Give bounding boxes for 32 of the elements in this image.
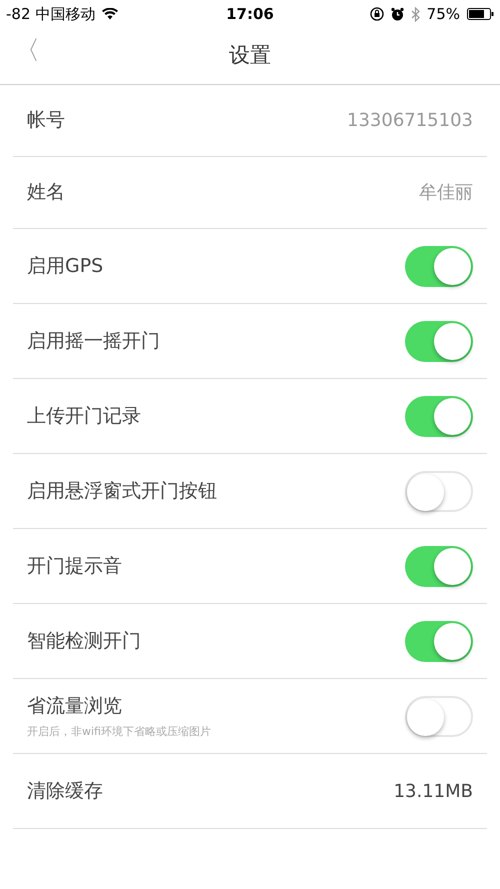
back-button[interactable]: 〈 bbox=[14, 38, 40, 64]
wifi-icon bbox=[102, 8, 118, 20]
clock-time: 17:06 bbox=[226, 4, 274, 25]
alarm-clock-icon bbox=[390, 7, 404, 21]
toggle-switch[interactable] bbox=[405, 396, 473, 436]
toggle-switch[interactable] bbox=[405, 320, 473, 362]
setting-description: 开启后，非wifi环境下省略或压缩图片 bbox=[27, 724, 211, 740]
rotation-lock-icon bbox=[370, 7, 384, 21]
setting-label: 启用摇一摇开门 bbox=[27, 328, 160, 354]
battery-percentage: 75% bbox=[426, 4, 460, 25]
setting-label: 清除缓存 bbox=[27, 778, 103, 804]
setting-label: 智能检测开门 bbox=[27, 628, 141, 654]
toggle-switch[interactable] bbox=[405, 620, 473, 662]
carrier-name: 中国移动 bbox=[36, 4, 96, 25]
toggle-switch[interactable] bbox=[405, 246, 473, 286]
setting-label: 上传开门记录 bbox=[27, 404, 141, 429]
setting-label: 启用悬浮窗式开门按钮 bbox=[27, 478, 217, 504]
page-title: 设置 bbox=[229, 42, 271, 70]
setting-value: 牟佳丽 bbox=[419, 181, 473, 205]
toggle-switch[interactable] bbox=[405, 546, 473, 586]
setting-label: 帐号 bbox=[27, 108, 65, 134]
setting-label: 启用GPS bbox=[27, 254, 104, 279]
setting-label: 省流量浏览 bbox=[27, 694, 123, 718]
toggle-switch[interactable] bbox=[405, 696, 473, 736]
setting-value: 13.11MB bbox=[394, 780, 473, 804]
toggle-switch[interactable] bbox=[405, 470, 473, 512]
signal-strength: -82 bbox=[6, 4, 30, 25]
bluetooth-icon bbox=[410, 6, 420, 22]
setting-label: 姓名 bbox=[27, 180, 65, 206]
setting-value: 13306715103 bbox=[347, 109, 473, 133]
battery-icon bbox=[467, 8, 494, 20]
setting-label: 开门提示音 bbox=[27, 554, 122, 579]
